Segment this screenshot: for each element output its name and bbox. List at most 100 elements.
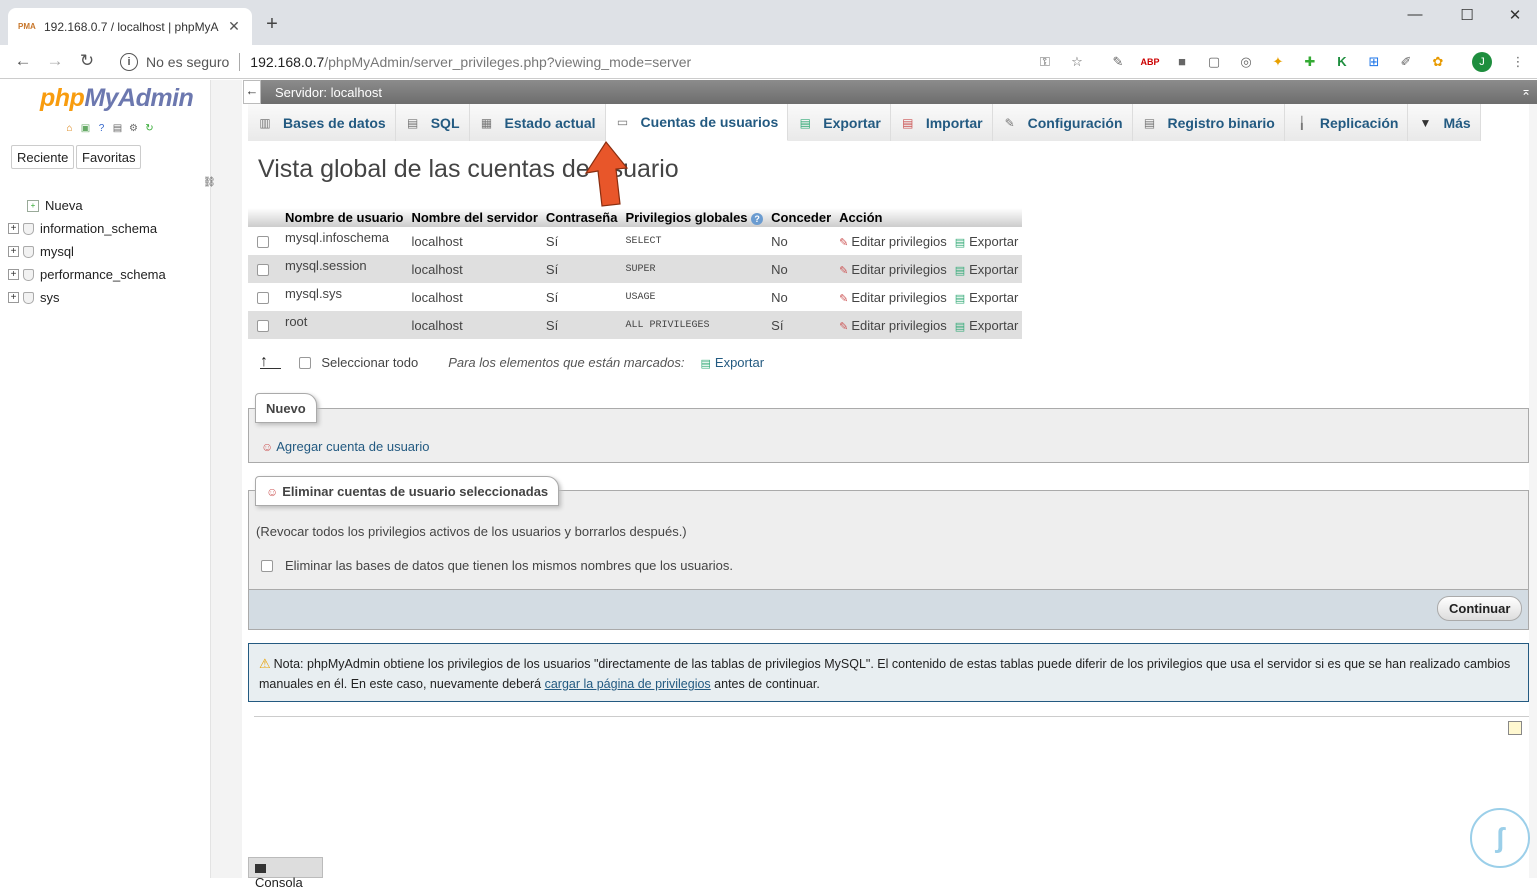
cell-hostname: localhost (407, 227, 542, 255)
user-accounts-table: Nombre de usuario Nombre del servidor Co… (248, 208, 1023, 339)
edit-privileges-link[interactable]: ✎ Editar privilegios (839, 318, 947, 333)
extension-icon[interactable]: ■ (1172, 52, 1192, 72)
row-checkbox[interactable] (257, 320, 269, 333)
tab-status[interactable]: ▦ Estado actual (469, 104, 606, 141)
collapse-panel-button[interactable]: ← (243, 80, 261, 104)
export-icon: ▤ (954, 320, 966, 333)
header-grant[interactable]: Conceder (767, 208, 836, 227)
star-icon[interactable]: ☆ (1067, 52, 1087, 72)
select-all-label[interactable]: Seleccionar todo (321, 355, 418, 370)
navigation-scrollbar[interactable] (210, 80, 242, 878)
phpmyadmin-logo[interactable]: phpMyAdmin (40, 84, 194, 113)
help-icon[interactable]: ? (751, 213, 764, 225)
page-settings-icon[interactable] (1508, 721, 1522, 735)
favorites-button[interactable]: Favoritas (76, 145, 142, 169)
settings-gear-icon[interactable]: ⚙ (127, 122, 140, 135)
docs-icon[interactable]: ▤ (111, 122, 124, 135)
expand-icon[interactable]: + (8, 269, 19, 280)
reload-privileges-link[interactable]: cargar la página de privilegios (545, 677, 711, 691)
extension-icon[interactable]: ✿ (1428, 52, 1448, 72)
logo-myadmin: MyAdmin (84, 84, 194, 112)
tree-label: sys (40, 290, 60, 305)
profile-avatar[interactable]: J (1472, 52, 1492, 72)
collapse-icon[interactable]: ⌅ (1521, 84, 1531, 98)
expand-icon[interactable]: + (8, 223, 19, 234)
cell-privileges: USAGE (621, 283, 768, 311)
export-link[interactable]: ▤ Exportar (947, 262, 1019, 277)
tree-item-performance-schema[interactable]: + performance_schema (8, 263, 166, 286)
recent-button[interactable]: Reciente (11, 145, 75, 169)
header-username[interactable]: Nombre de usuario (281, 208, 408, 227)
tab-export[interactable]: ▤ Exportar (788, 104, 891, 141)
tab-replication[interactable]: ╽ Replicación (1284, 104, 1409, 141)
close-window-icon[interactable]: ✕ (1500, 6, 1530, 24)
key-ext-icon[interactable]: ✦ (1268, 52, 1288, 72)
console-toggle[interactable]: Consola (248, 857, 323, 890)
expand-icon[interactable]: + (8, 246, 19, 257)
bulk-export-link[interactable]: ▤ Exportar (701, 355, 765, 370)
import-icon: ▤ (902, 115, 914, 130)
extension-icon[interactable]: ✎ (1108, 52, 1128, 72)
tab-label: SQL (430, 114, 460, 131)
tab-settings[interactable]: ✎ Configuración (992, 104, 1133, 141)
header-global-privileges[interactable]: Privilegios globales ? (621, 208, 768, 227)
extension-icon[interactable]: ▢ (1204, 52, 1224, 72)
extension-icon[interactable]: ⊞ (1364, 52, 1384, 72)
back-arrow-icon[interactable]: ← (12, 51, 34, 71)
refresh-icon[interactable]: ↻ (143, 122, 156, 135)
edit-privileges-link[interactable]: ✎ Editar privilegios (839, 290, 947, 305)
edit-privileges-link[interactable]: ✎ Editar privilegios (839, 234, 947, 249)
tab-databases[interactable]: ▥ Bases de datos (248, 104, 396, 141)
tab-binary-log[interactable]: ▤ Registro binario (1132, 104, 1285, 141)
logout-icon[interactable]: ▣ (79, 122, 92, 135)
minimize-icon[interactable]: — (1400, 6, 1430, 23)
header-hostname[interactable]: Nombre del servidor (407, 208, 542, 227)
export-link[interactable]: ▤ Exportar (947, 290, 1019, 305)
select-all-checkbox[interactable] (299, 356, 312, 369)
export-link[interactable]: ▤ Exportar (947, 318, 1019, 333)
k-extension-icon[interactable]: K (1332, 52, 1352, 72)
delete-footer (248, 589, 1529, 630)
menu-dots-icon[interactable]: ⋮ (1508, 52, 1528, 72)
warning-icon: ⚠ (259, 656, 271, 671)
reload-icon[interactable]: ↻ (76, 51, 98, 71)
row-checkbox[interactable] (257, 236, 269, 249)
export-link[interactable]: ▤ Exportar (947, 234, 1019, 249)
edit-privileges-link[interactable]: ✎ Editar privilegios (839, 262, 947, 277)
tab-sql[interactable]: ▤ SQL (395, 104, 470, 141)
drop-db-checkbox[interactable] (261, 559, 273, 572)
add-user-icon: ☺ (261, 440, 274, 454)
tab-import[interactable]: ▤ Importar (890, 104, 993, 141)
expand-icon[interactable]: + (8, 292, 19, 303)
close-tab-icon[interactable]: ✕ (226, 18, 242, 35)
home-icon[interactable]: ⌂ (63, 122, 76, 135)
add-user-link[interactable]: ☺ Agregar cuenta de usuario (261, 439, 429, 454)
row-checkbox[interactable] (257, 292, 269, 305)
link-chain-icon[interactable]: ⛓ (203, 177, 216, 188)
server-label[interactable]: Servidor: localhost (275, 85, 382, 100)
continue-button[interactable]: Continuar (1437, 596, 1523, 621)
new-user-fieldset: ☺ Agregar cuenta de usuario (248, 408, 1529, 463)
tree-item-sys[interactable]: + sys (8, 286, 166, 309)
extension-icon[interactable]: ✚ (1300, 52, 1320, 72)
adblock-icon[interactable]: ABP (1140, 52, 1160, 72)
tree-item-mysql[interactable]: + mysql (8, 240, 166, 263)
url-field[interactable]: i No es seguro 192.168.0.7/phpMyAdmin/se… (110, 49, 1100, 75)
maximize-icon[interactable]: ☐ (1452, 6, 1482, 24)
forward-arrow-icon[interactable]: → (44, 51, 66, 71)
tree-item-information-schema[interactable]: + information_schema (8, 217, 166, 240)
info-icon[interactable]: i (120, 53, 138, 71)
key-icon[interactable]: ⚿ (1035, 52, 1055, 72)
help-icon[interactable]: ? (95, 122, 108, 135)
pen-icon[interactable]: ✐ (1396, 52, 1416, 72)
tab-user-accounts[interactable]: ▭ Cuentas de usuarios (605, 104, 789, 141)
new-tab-icon[interactable]: + (262, 14, 282, 34)
browser-tab[interactable]: PMA 192.168.0.7 / localhost | phpMyA ✕ (8, 8, 252, 45)
tab-more[interactable]: ▼ Más (1408, 104, 1481, 141)
drop-db-option[interactable]: Eliminar las bases de datos que tienen l… (261, 558, 733, 573)
main-scrollbar[interactable] (1529, 104, 1537, 878)
row-checkbox[interactable] (257, 264, 269, 277)
header-password[interactable]: Contraseña (541, 208, 622, 227)
tree-item-new[interactable]: + Nueva (8, 194, 166, 217)
bulb-icon[interactable]: ◎ (1236, 52, 1256, 72)
